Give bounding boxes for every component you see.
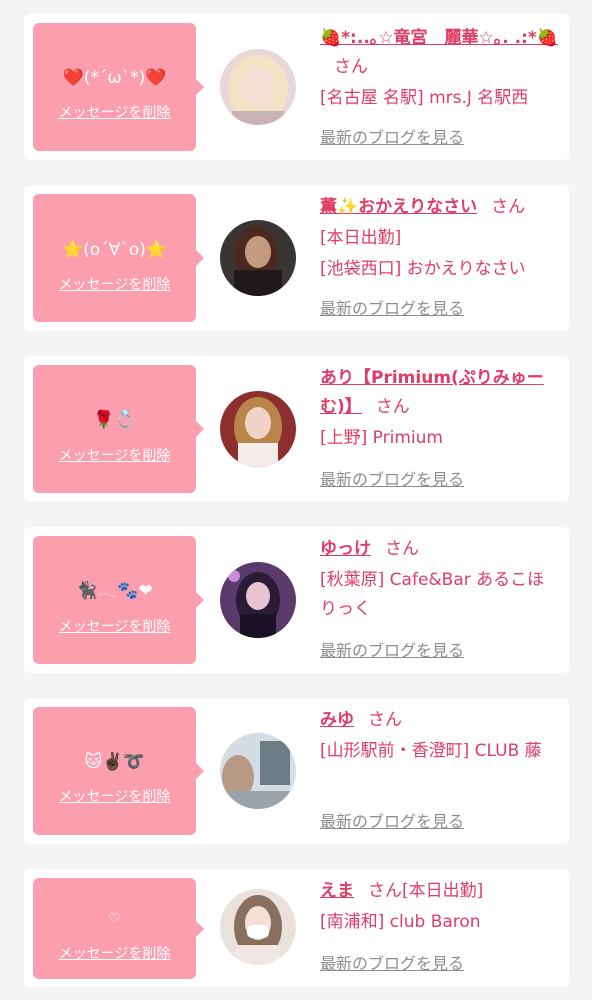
avatar-photo <box>220 733 296 809</box>
cast-info: あり【Primium(ぷりみゅーむ)】 さん [上野] Primium <box>320 364 560 453</box>
avatar-face <box>245 236 271 268</box>
cast-name-link[interactable]: えま <box>320 881 354 901</box>
delete-message-link[interactable]: メッセージを削除 <box>33 104 196 122</box>
message-text: ♡ <box>108 911 121 927</box>
avatar-photo <box>220 562 296 638</box>
cast-name-link[interactable]: ゆっけ <box>320 539 371 559</box>
cast-info: 薫✨おかえりなさい さん [本日出勤] [池袋西口] おかえりなさい <box>320 193 560 284</box>
avatar-dress <box>238 443 278 467</box>
shop-info: [秋葉原] Cafe&Bar あるこほりっく <box>320 570 545 619</box>
avatar-mask <box>247 925 269 938</box>
shop-info: [名古屋 名駅] mrs.J 名駅西 <box>320 88 529 108</box>
avatar-photo <box>220 49 296 125</box>
latest-blog-link[interactable]: 最新のブログを見る <box>320 954 464 974</box>
cast-card: ❤️(*´ω`*)❤️ メッセージを削除 🍓*:..｡☆竜宮 麗華☆｡. .:*… <box>24 14 569 160</box>
message-bubble: 🐱✌🏿➰ メッセージを削除 <box>33 707 204 835</box>
message-text: ⭐(o´∀`o)⭐ <box>61 240 168 260</box>
cast-card: 🌹💍 メッセージを削除 あり【Primium(ぷりみゅーむ)】 さん [上野] P… <box>24 356 569 502</box>
honorific: さん[本日出勤] <box>368 881 484 901</box>
latest-blog-link[interactable]: 最新のブログを見る <box>320 299 464 319</box>
avatar-face <box>245 407 271 439</box>
honorific: さん <box>491 197 526 217</box>
honorific: さん <box>334 57 368 77</box>
message-bubble: 🐈‍⬛﻿𓂃🐾❤ メッセージを削除 <box>33 536 204 664</box>
delete-message-link[interactable]: メッセージを削除 <box>33 945 196 963</box>
delete-message-link[interactable]: メッセージを削除 <box>33 276 196 294</box>
avatar-photo <box>220 889 296 965</box>
message-text: ❤️(*´ω`*)❤️ <box>62 68 167 88</box>
avatar[interactable] <box>220 562 296 638</box>
cast-card: ♡ メッセージを削除 えま さん[本日出勤] [南浦和] club Baron 最… <box>24 869 569 987</box>
message-bubble: ♡ メッセージを削除 <box>33 878 204 979</box>
avatar[interactable] <box>220 889 296 965</box>
cast-name-link[interactable]: 🍓*:..｡☆竜宮 麗華☆｡. .:*🍓 <box>320 28 558 48</box>
avatar[interactable] <box>220 391 296 467</box>
avatar-shirt <box>232 111 284 125</box>
cast-info: みゆ さん [山形駅前・香澄町] CLUB 藤 <box>320 706 560 766</box>
shop-info: [上野] Primium <box>320 428 443 448</box>
cast-name-link[interactable]: あり【Primium(ぷりみゅーむ)】 <box>320 368 544 417</box>
shop-info-2: [池袋西口] おかえりなさい <box>320 259 526 279</box>
delete-message-link[interactable]: メッセージを削除 <box>33 618 196 636</box>
avatar-light <box>228 570 240 582</box>
message-text: 🌹💍 <box>93 410 136 430</box>
message-bubble: 🌹💍 メッセージを削除 <box>33 365 204 493</box>
latest-blog-link[interactable]: 最新のブログを見る <box>320 128 464 148</box>
avatar-building <box>260 741 290 785</box>
cast-name-link[interactable]: みゆ <box>320 710 354 730</box>
latest-blog-link[interactable]: 最新のブログを見る <box>320 470 464 490</box>
shop-info: [山形駅前・香澄町] CLUB 藤 <box>320 741 542 761</box>
avatar-shirt <box>236 945 280 965</box>
avatar-photo <box>220 220 296 296</box>
message-text: 🐱✌🏿➰ <box>84 752 145 772</box>
avatar-photo <box>220 391 296 467</box>
avatar-face <box>246 582 270 610</box>
avatar-outfit <box>240 614 276 638</box>
message-bubble: ❤️(*´ω`*)❤️ メッセージを削除 <box>33 23 204 151</box>
cast-card: 🐱✌🏿➰ メッセージを削除 みゆ さん [山形駅前・香澄町] CLUB 藤 最新の… <box>24 698 569 844</box>
message-text: 🐈‍⬛﻿𓂃🐾❤ <box>76 581 153 601</box>
latest-blog-link[interactable]: 最新のブログを見る <box>320 812 464 832</box>
cast-card: ⭐(o´∀`o)⭐ メッセージを削除 薫✨おかえりなさい さん [本日出勤] [池… <box>24 185 569 331</box>
avatar[interactable] <box>220 733 296 809</box>
avatar-face <box>241 67 275 107</box>
honorific: さん <box>385 539 419 559</box>
cast-card: 🐈‍⬛﻿𓂃🐾❤ メッセージを削除 ゆっけ さん [秋葉原] Cafe&Bar ある… <box>24 527 569 673</box>
favorite-cast-list: ❤️(*´ω`*)❤️ メッセージを削除 🍓*:..｡☆竜宮 麗華☆｡. .:*… <box>0 0 592 1000</box>
latest-blog-link[interactable]: 最新のブログを見る <box>320 641 464 661</box>
avatar[interactable] <box>220 220 296 296</box>
cast-info: えま さん[本日出勤] [南浦和] club Baron <box>320 877 560 937</box>
shop-info: [本日出勤] <box>320 228 402 248</box>
cast-name-link[interactable]: 薫✨おかえりなさい <box>320 197 477 217</box>
delete-message-link[interactable]: メッセージを削除 <box>33 447 196 465</box>
cast-info: ゆっけ さん [秋葉原] Cafe&Bar あるこほりっく <box>320 535 560 624</box>
avatar-shirt <box>234 270 282 296</box>
honorific: さん <box>368 710 402 730</box>
avatar[interactable] <box>220 49 296 125</box>
honorific: さん <box>375 397 410 417</box>
shop-info: [南浦和] club Baron <box>320 912 481 932</box>
avatar-ground <box>220 791 296 809</box>
message-bubble: ⭐(o´∀`o)⭐ メッセージを削除 <box>33 194 204 322</box>
delete-message-link[interactable]: メッセージを削除 <box>33 788 196 806</box>
cast-info: 🍓*:..｡☆竜宮 麗華☆｡. .:*🍓 さん [名古屋 名駅] mrs.J 名駅… <box>320 24 560 113</box>
